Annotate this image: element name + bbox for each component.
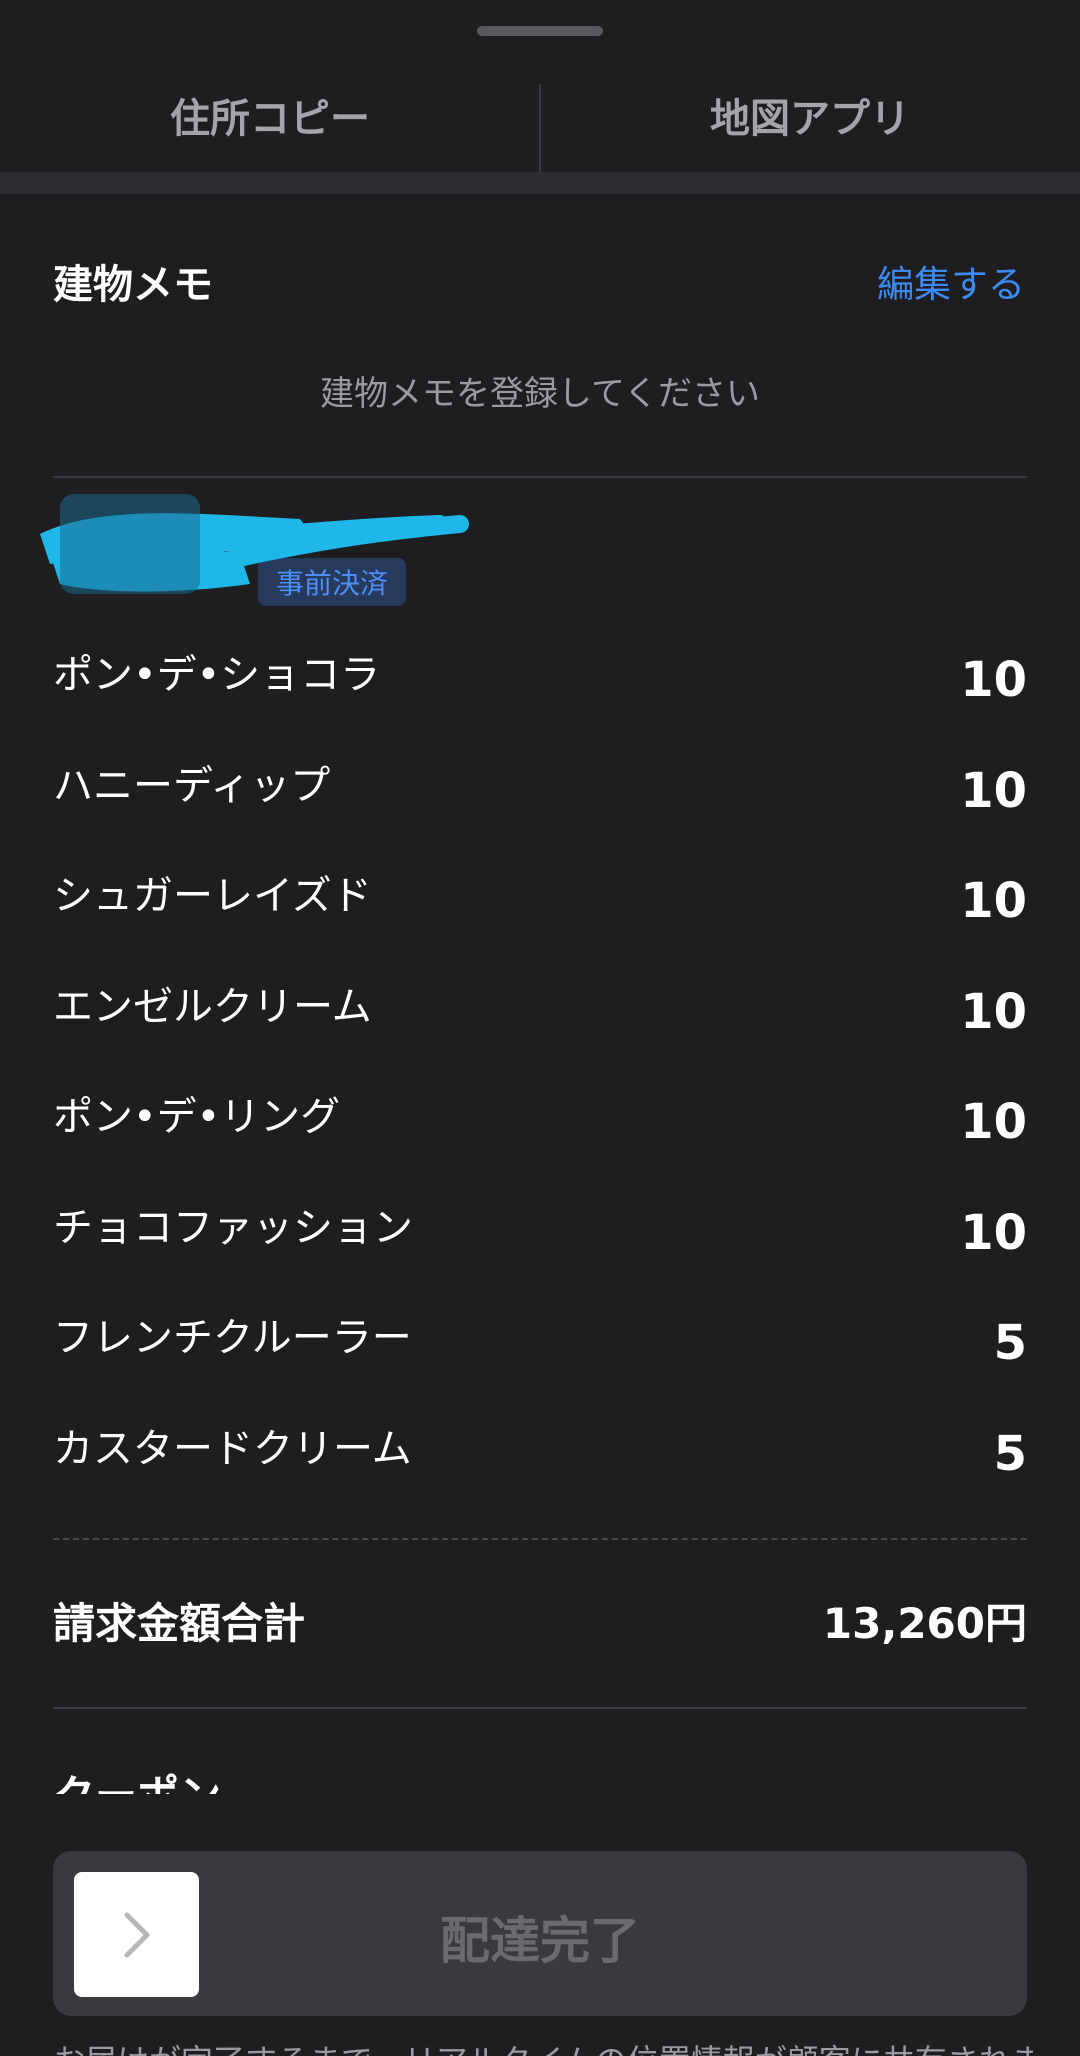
item-quantity: 5 [993,1315,1027,1371]
memo-placeholder: 建物メモを登録してください [320,374,760,414]
dashed-divider [53,1538,1027,1540]
list-item: フレンチクルーラー 5 [53,1285,1027,1396]
edit-memo-link[interactable]: 編集する [877,254,1025,308]
drag-handle[interactable] [477,26,603,36]
divider [539,84,541,174]
total-label: 請求金額合計 [53,1599,306,1648]
delivery-complete-slider[interactable]: 配達完了 [53,1851,1027,2016]
total-value: 13,260円 [822,1599,1027,1648]
list-item: ポン•デ•ショコラ 10 [53,622,1027,733]
item-quantity: 10 [960,1204,1027,1261]
item-name: フレンチクルーラー [53,1315,412,1361]
divider [53,1707,1027,1709]
item-quantity: 10 [960,983,1027,1040]
item-quantity: 10 [960,762,1027,819]
bottom-sheet: 住所コピー 地図アプリ 建物メモ 編集する 建物メモを登録してください 事前決済… [0,0,1080,2056]
item-name: ハニーディップ [53,762,331,809]
slider-handle[interactable] [74,1872,199,1997]
item-name: ポン•デ•リング [53,1094,341,1140]
item-name: ポン•デ•ショコラ [53,652,381,698]
chevron-right-icon [124,1912,149,1957]
divider [53,476,1027,478]
list-item: チョコファッション 10 [53,1175,1027,1286]
delivery-complete-label: 配達完了 [440,1912,640,1970]
item-quantity: 10 [960,652,1027,708]
location-sharing-note: お届けが完了するまで、リアルタイムの位置情報が顧客に共有されます [53,2036,1033,2056]
item-quantity: 5 [993,1425,1027,1482]
coupon-title: クーポン [53,1762,221,1794]
building-memo-title: 建物メモ [53,262,213,308]
list-item: ポン•デ•リング 10 [53,1064,1027,1175]
list-item: カスタードクリーム 5 [53,1396,1027,1507]
copy-address-button[interactable]: 住所コピー [0,58,540,172]
item-quantity: 10 [960,1094,1027,1150]
item-name: カスタードクリーム [53,1425,412,1472]
list-item: ハニーディップ 10 [53,733,1027,844]
section-separator [0,172,1080,194]
list-item: シュガーレイズド 10 [53,843,1027,954]
action-row: 住所コピー 地図アプリ [0,58,1080,174]
item-name: シュガーレイズド [53,873,372,919]
list-item: エンゼルクリーム 10 [53,954,1027,1065]
map-app-button[interactable]: 地図アプリ [540,58,1080,172]
order-item-list: ポン•デ•ショコラ 10 ハニーディップ 10 シュガーレイズド 10 エンゼル… [53,622,1027,1506]
redaction-scribble [40,494,469,594]
item-quantity: 10 [960,873,1027,929]
item-name: チョコファッション [53,1204,413,1251]
item-name: エンゼルクリーム [53,983,372,1030]
